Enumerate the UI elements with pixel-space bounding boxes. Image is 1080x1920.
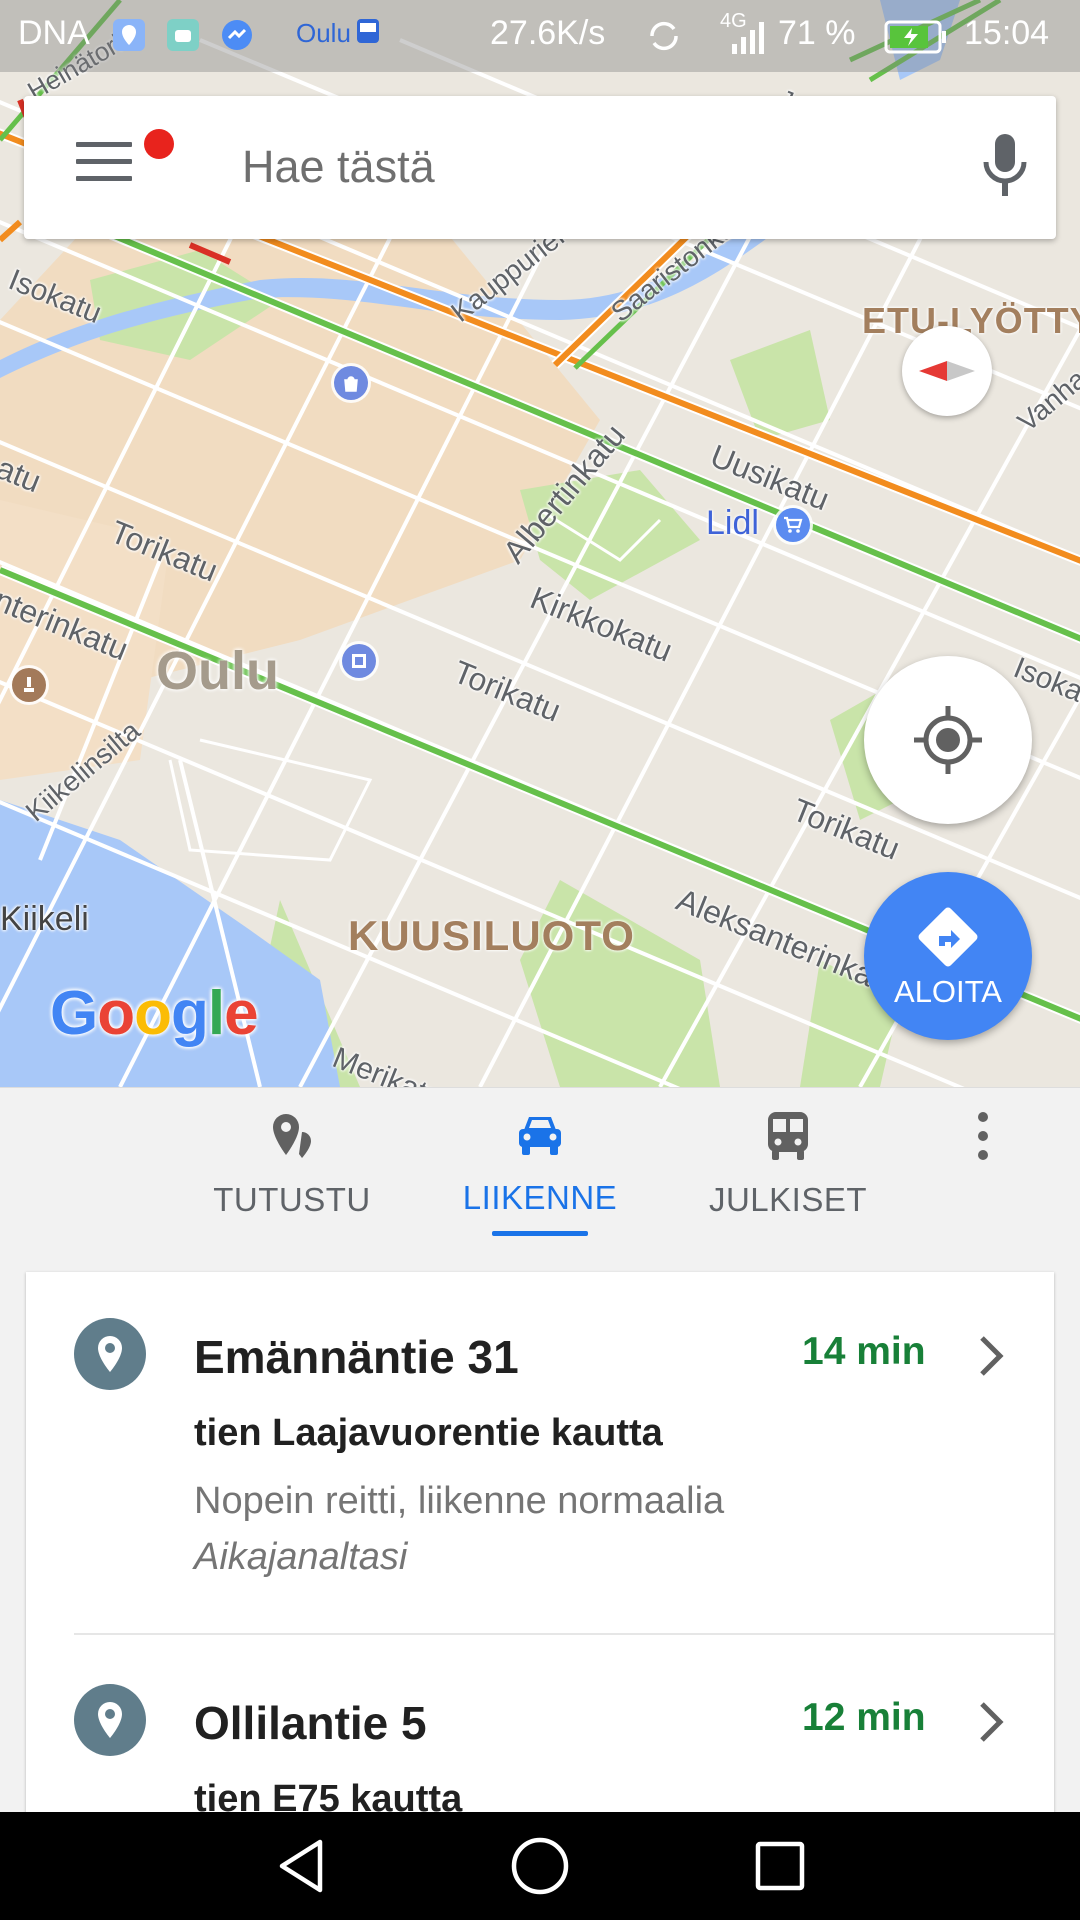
location-status-label: Oulu bbox=[296, 18, 351, 48]
search-input[interactable] bbox=[240, 126, 944, 208]
route-via: tien Laajavuorentie kautta bbox=[194, 1412, 663, 1454]
chevron-right-icon[interactable] bbox=[976, 1700, 1006, 1749]
grocery-poi-icon[interactable] bbox=[776, 508, 810, 542]
place-pin-icon bbox=[74, 1684, 146, 1756]
route-duration: 12 min bbox=[802, 1696, 926, 1739]
maps-status-icon bbox=[112, 18, 146, 61]
google-logo-letter: G bbox=[50, 979, 98, 1048]
signal-icon bbox=[730, 20, 770, 63]
route-source-tag: Aikajanaltasi bbox=[194, 1536, 408, 1578]
compass-button[interactable] bbox=[902, 326, 992, 416]
cinema-poi-icon[interactable] bbox=[342, 644, 376, 678]
microphone-icon[interactable] bbox=[980, 132, 1030, 205]
search-bar bbox=[24, 96, 1056, 239]
explore-pin-icon bbox=[273, 1114, 311, 1158]
google-logo-letter: o bbox=[134, 979, 172, 1048]
my-location-icon bbox=[914, 706, 982, 774]
route-duration: 14 min bbox=[802, 1330, 926, 1373]
directions-icon bbox=[918, 907, 978, 967]
battery-charging-icon bbox=[884, 20, 948, 63]
google-logo-letter: e bbox=[224, 979, 258, 1048]
car-icon bbox=[519, 1117, 561, 1155]
google-logo-letter: o bbox=[97, 979, 135, 1048]
google-logo-letter: g bbox=[170, 979, 209, 1048]
tab-transit[interactable]: JULKISET bbox=[688, 1110, 888, 1219]
route-suggestion[interactable]: Ollilantie 5 12 min tien E75 kautta bbox=[26, 1638, 1054, 1832]
tab-transit-label: JULKISET bbox=[708, 1181, 868, 1218]
my-location-button[interactable] bbox=[864, 656, 1032, 824]
notification-dot bbox=[144, 129, 174, 159]
home-icon[interactable] bbox=[508, 1834, 572, 1903]
mode-tabs: TUTUSTU LIIKENNE JULKISET bbox=[0, 1087, 1080, 1248]
route-suggestion[interactable]: Emännäntie 31 14 min tien Laajavuorentie… bbox=[26, 1272, 1054, 1638]
monument-poi-icon[interactable] bbox=[12, 668, 46, 702]
google-logo-letter: l bbox=[207, 979, 225, 1048]
more-options-icon[interactable] bbox=[968, 1112, 998, 1168]
back-icon[interactable] bbox=[270, 1834, 334, 1903]
start-button-label: ALOITA bbox=[894, 974, 1002, 1009]
place-pin-icon bbox=[74, 1318, 146, 1390]
street-label-kiikeli: Kiikeli bbox=[0, 900, 89, 938]
poi-label-lidl[interactable]: Lidl bbox=[706, 504, 759, 543]
divider bbox=[74, 1633, 1054, 1635]
recent-apps-icon[interactable] bbox=[748, 1834, 812, 1903]
tab-driving[interactable]: LIIKENNE bbox=[440, 1110, 640, 1217]
status-bar: DNA Oulu 27.6K/s 4G 71 % 15:04 bbox=[0, 0, 1080, 72]
system-navigation-bar bbox=[0, 1812, 1080, 1920]
battery-percent: 71 % bbox=[778, 14, 856, 52]
network-speed: 27.6K/s bbox=[490, 14, 606, 52]
messenger-status-icon bbox=[220, 18, 254, 61]
route-destination: Ollilantie 5 bbox=[194, 1697, 427, 1749]
route-destination: Emännäntie 31 bbox=[194, 1331, 519, 1383]
sync-icon bbox=[644, 16, 684, 65]
google-logo: Google bbox=[50, 978, 259, 1049]
chevron-right-icon[interactable] bbox=[976, 1334, 1006, 1383]
carrier-label: DNA bbox=[18, 14, 90, 52]
route-description: Nopein reitti, liikenne normaalia bbox=[194, 1480, 725, 1522]
district-label-kuusiluoto: KUUSILUOTO bbox=[348, 912, 635, 959]
menu-icon[interactable] bbox=[76, 142, 136, 190]
compass-icon bbox=[919, 361, 975, 381]
tab-driving-label: LIIKENNE bbox=[462, 1179, 618, 1216]
transit-status-icon bbox=[356, 18, 380, 57]
shopping-poi-icon[interactable] bbox=[334, 366, 368, 400]
tab-explore[interactable]: TUTUSTU bbox=[192, 1110, 392, 1219]
android-status-icon bbox=[166, 18, 200, 61]
city-label-oulu: Oulu bbox=[156, 641, 279, 701]
route-suggestions-card: Emännäntie 31 14 min tien Laajavuorentie… bbox=[26, 1272, 1054, 1832]
active-tab-indicator bbox=[492, 1231, 588, 1236]
start-navigation-button[interactable]: ALOITA bbox=[864, 872, 1032, 1040]
clock: 15:04 bbox=[964, 14, 1050, 52]
bus-icon bbox=[768, 1112, 808, 1160]
tab-explore-label: TUTUSTU bbox=[213, 1181, 371, 1218]
